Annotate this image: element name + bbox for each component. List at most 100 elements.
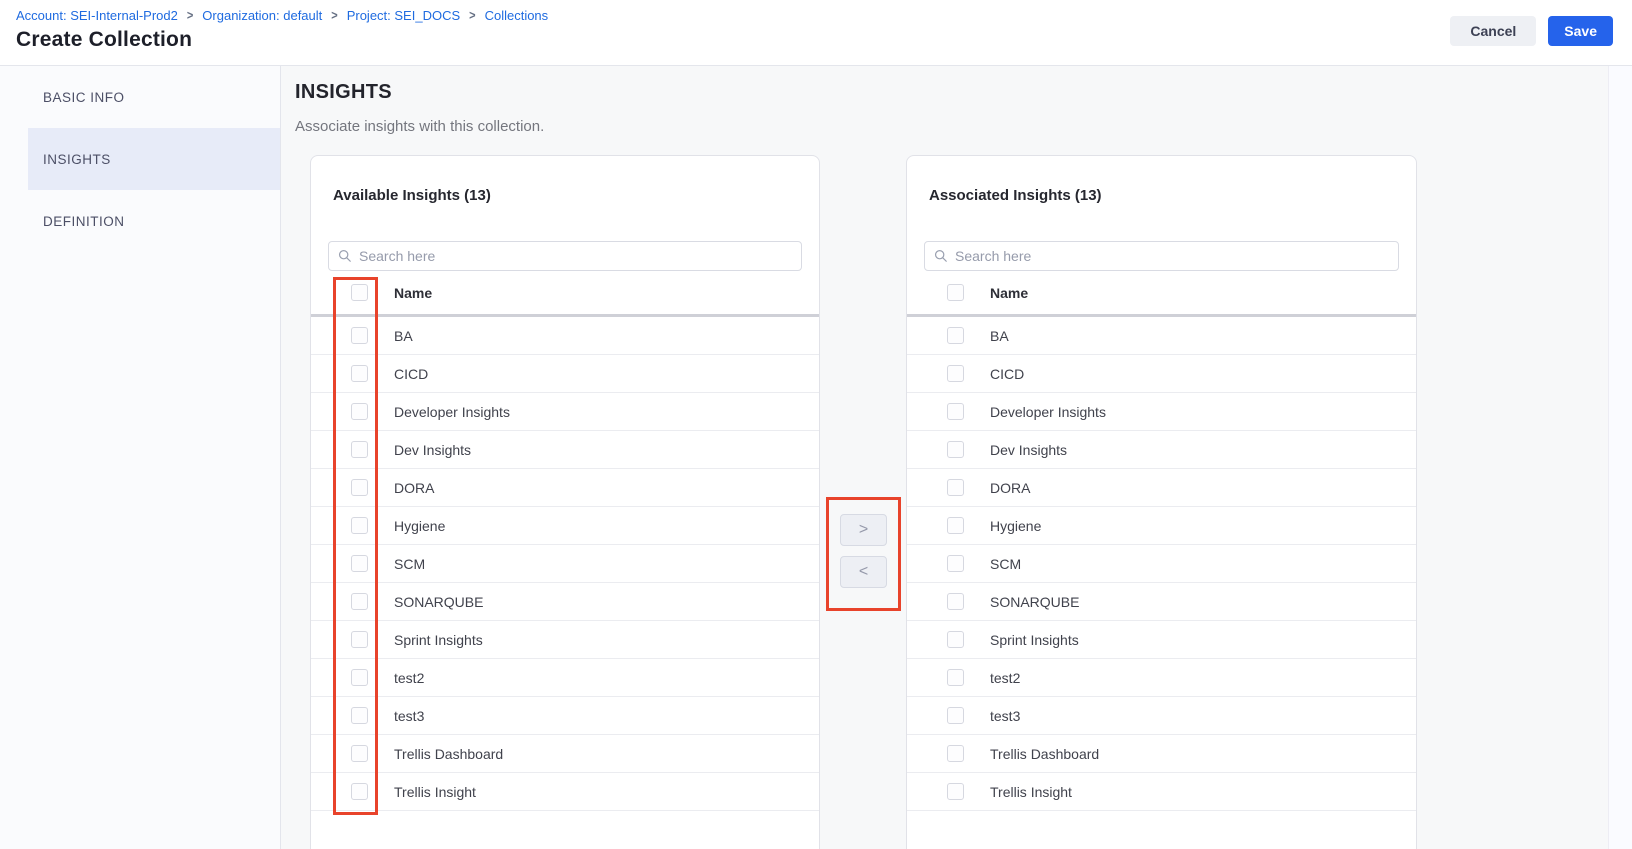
insight-name: DORA bbox=[990, 480, 1030, 496]
breadcrumb-link[interactable]: Organization: default bbox=[202, 8, 322, 23]
associated-list-item: CICD bbox=[907, 355, 1416, 393]
insight-name: Trellis Dashboard bbox=[990, 746, 1099, 762]
breadcrumb-link[interactable]: Collections bbox=[485, 8, 549, 23]
insight-name: SCM bbox=[990, 556, 1021, 572]
sidebar-item-definition[interactable]: DEFINITION bbox=[28, 190, 280, 252]
insight-name: BA bbox=[990, 328, 1009, 344]
available-insights-list: BA CICD Developer Insights Dev I bbox=[311, 317, 819, 811]
insight-name: Dev Insights bbox=[990, 442, 1067, 458]
insight-name: Dev Insights bbox=[394, 442, 471, 458]
save-button[interactable]: Save bbox=[1548, 16, 1613, 46]
row-checkbox[interactable] bbox=[351, 669, 368, 686]
main-content: INSIGHTS Associate insights with this co… bbox=[281, 66, 1632, 849]
insight-name: test3 bbox=[394, 708, 424, 724]
associated-select-all-checkbox[interactable] bbox=[947, 284, 964, 301]
row-checkbox[interactable] bbox=[947, 631, 964, 648]
breadcrumb-item: Project: SEI_DOCS > bbox=[347, 8, 485, 23]
associated-list-item: DORA bbox=[907, 469, 1416, 507]
associated-panel-title: Associated Insights (13) bbox=[929, 187, 1416, 205]
section-heading: INSIGHTS bbox=[295, 81, 392, 104]
insight-name: Sprint Insights bbox=[394, 632, 483, 648]
row-checkbox[interactable] bbox=[947, 745, 964, 762]
associated-name-column-header: Name bbox=[990, 285, 1028, 301]
breadcrumb-item: Account: SEI-Internal-Prod2 > bbox=[16, 8, 202, 23]
chevron-right-icon: > bbox=[859, 521, 868, 539]
sidebar-item-insights[interactable]: INSIGHTS bbox=[28, 128, 280, 190]
row-checkbox[interactable] bbox=[351, 517, 368, 534]
chevron-right-icon: > bbox=[187, 9, 193, 23]
available-list-item: Hygiene bbox=[311, 507, 819, 545]
row-checkbox[interactable] bbox=[947, 593, 964, 610]
available-list-item: SONARQUBE bbox=[311, 583, 819, 621]
breadcrumb-link[interactable]: Account: SEI-Internal-Prod2 bbox=[16, 8, 178, 23]
available-list-item: SCM bbox=[311, 545, 819, 583]
search-icon bbox=[934, 249, 948, 263]
associated-list-item: test2 bbox=[907, 659, 1416, 697]
insight-name: test2 bbox=[990, 670, 1020, 686]
breadcrumb-item: Collections > bbox=[485, 8, 549, 23]
row-checkbox[interactable] bbox=[947, 555, 964, 572]
associated-search-input[interactable] bbox=[955, 248, 1389, 264]
row-checkbox[interactable] bbox=[351, 745, 368, 762]
insight-name: CICD bbox=[990, 366, 1024, 382]
available-insights-panel: Available Insights (13) Name BA bbox=[310, 155, 820, 849]
insight-name: Trellis Insight bbox=[990, 784, 1072, 800]
create-collection-page: Account: SEI-Internal-Prod2 > Organizati… bbox=[0, 0, 1632, 849]
row-checkbox[interactable] bbox=[351, 593, 368, 610]
insight-name: SONARQUBE bbox=[990, 594, 1079, 610]
row-checkbox[interactable] bbox=[351, 441, 368, 458]
row-checkbox[interactable] bbox=[947, 707, 964, 724]
row-checkbox[interactable] bbox=[351, 479, 368, 496]
top-header-bar: Account: SEI-Internal-Prod2 > Organizati… bbox=[0, 0, 1632, 66]
row-checkbox[interactable] bbox=[351, 783, 368, 800]
row-checkbox[interactable] bbox=[351, 631, 368, 648]
row-checkbox[interactable] bbox=[351, 555, 368, 572]
sidebar-item-basic-info[interactable]: BASIC INFO bbox=[28, 66, 280, 128]
cancel-button[interactable]: Cancel bbox=[1450, 16, 1536, 46]
row-checkbox[interactable] bbox=[947, 479, 964, 496]
available-table-header: Name bbox=[311, 271, 819, 317]
insight-name: Sprint Insights bbox=[990, 632, 1079, 648]
row-checkbox[interactable] bbox=[351, 403, 368, 420]
insight-name: Trellis Dashboard bbox=[394, 746, 503, 762]
available-list-item: DORA bbox=[311, 469, 819, 507]
available-list-item: Trellis Insight bbox=[311, 773, 819, 811]
available-search-box bbox=[328, 241, 802, 271]
move-right-button[interactable]: > bbox=[840, 514, 887, 546]
settings-sidebar: BASIC INFO INSIGHTS DEFINITION bbox=[0, 66, 281, 849]
breadcrumb-link[interactable]: Project: SEI_DOCS bbox=[347, 8, 460, 23]
insight-name: Hygiene bbox=[990, 518, 1041, 534]
row-checkbox[interactable] bbox=[947, 365, 964, 382]
row-checkbox[interactable] bbox=[947, 441, 964, 458]
scrollbar-track[interactable] bbox=[1608, 66, 1632, 849]
insight-name: BA bbox=[394, 328, 413, 344]
associated-search-box bbox=[924, 241, 1399, 271]
associated-list-item: Dev Insights bbox=[907, 431, 1416, 469]
available-select-all-checkbox[interactable] bbox=[351, 284, 368, 301]
breadcrumb: Account: SEI-Internal-Prod2 > Organizati… bbox=[16, 8, 548, 23]
associated-list-item: SCM bbox=[907, 545, 1416, 583]
available-panel-title: Available Insights (13) bbox=[333, 187, 819, 205]
available-list-item: test3 bbox=[311, 697, 819, 735]
available-list-item: Trellis Dashboard bbox=[311, 735, 819, 773]
section-subheading: Associate insights with this collection. bbox=[295, 118, 544, 135]
associated-insights-panel: Associated Insights (13) Name BA bbox=[906, 155, 1417, 849]
row-checkbox[interactable] bbox=[947, 783, 964, 800]
associated-list-item: Sprint Insights bbox=[907, 621, 1416, 659]
row-checkbox[interactable] bbox=[947, 327, 964, 344]
row-checkbox[interactable] bbox=[351, 707, 368, 724]
search-icon bbox=[338, 249, 352, 263]
available-list-item: Sprint Insights bbox=[311, 621, 819, 659]
row-checkbox[interactable] bbox=[351, 327, 368, 344]
row-checkbox[interactable] bbox=[351, 365, 368, 382]
row-checkbox[interactable] bbox=[947, 517, 964, 534]
chevron-right-icon: > bbox=[331, 9, 337, 23]
header-actions: Cancel Save bbox=[1450, 16, 1613, 46]
insight-name: Developer Insights bbox=[990, 404, 1106, 420]
row-checkbox[interactable] bbox=[947, 403, 964, 420]
move-left-button[interactable]: < bbox=[840, 556, 887, 588]
associated-insights-list: BA CICD Developer Insights Dev I bbox=[907, 317, 1416, 811]
available-search-input[interactable] bbox=[359, 248, 792, 264]
row-checkbox[interactable] bbox=[947, 669, 964, 686]
insight-name: DORA bbox=[394, 480, 434, 496]
